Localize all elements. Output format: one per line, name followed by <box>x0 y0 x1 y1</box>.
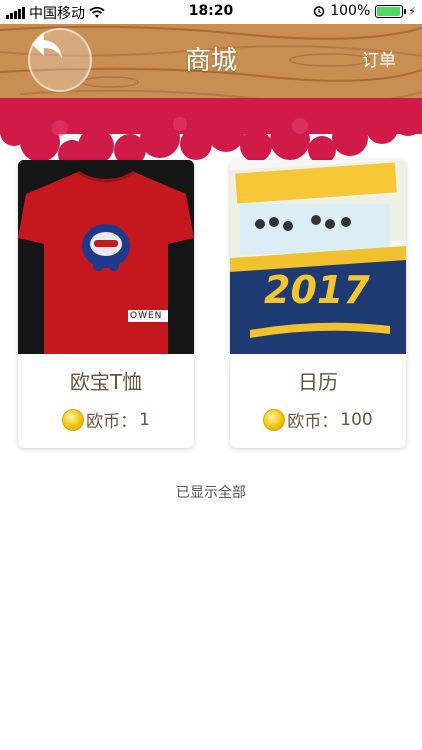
product-name: 欧宝T恤 <box>69 370 143 394</box>
product-card-calendar[interactable]: 2017 日历 欧币： 100 <box>230 160 406 448</box>
price-label: 欧币： <box>86 412 138 432</box>
battery-percent: 100% <box>330 3 371 19</box>
coin-icon <box>263 408 286 431</box>
calendar-year-text: 2017 <box>264 268 370 312</box>
end-of-list-note: 已显示全部 <box>176 485 246 501</box>
price-label: 欧币： <box>287 412 339 432</box>
calendar-image: 2017 <box>230 160 406 354</box>
price-value: 100 <box>340 409 373 430</box>
orders-button[interactable]: 订单 <box>362 46 396 71</box>
status-bar: 中国移动 18:20 100% ⚡ <box>0 0 422 24</box>
coin-icon <box>62 408 85 431</box>
product-price: 欧币： 1 <box>18 407 194 432</box>
product-name: 日历 <box>298 370 338 394</box>
tshirt-image: OWEN <box>18 160 194 354</box>
product-grid: OWEN 欧宝T恤 欧币： 1 2017 日历 欧币： 100 <box>18 160 406 448</box>
product-card-tshirt[interactable]: OWEN 欧宝T恤 欧币： 1 <box>18 160 194 448</box>
product-price: 欧币： 100 <box>230 407 406 432</box>
shirt-tag-text: OWEN <box>130 311 163 321</box>
page-title: 商城 <box>184 46 237 76</box>
price-value: 1 <box>139 409 150 430</box>
charging-icon: ⚡ <box>408 4 416 18</box>
battery-icon <box>375 4 407 18</box>
alarm-icon <box>313 6 325 17</box>
